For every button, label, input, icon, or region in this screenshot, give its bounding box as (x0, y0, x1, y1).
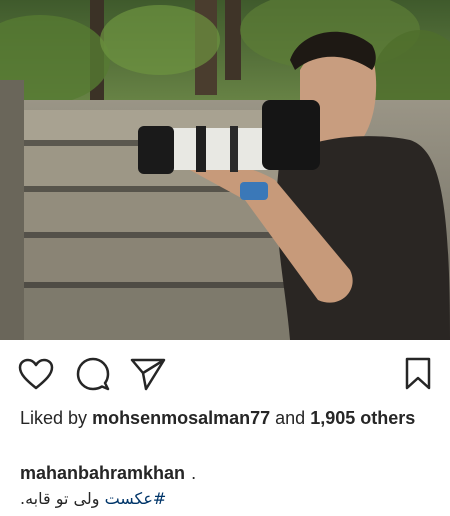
caption-username[interactable]: mahanbahramkhan (20, 463, 185, 483)
heart-icon (18, 358, 54, 390)
like-button[interactable] (16, 354, 56, 394)
likes-summary[interactable]: Liked by mohsenmosalman77 and 1,905 othe… (20, 406, 420, 430)
paper-plane-icon (130, 358, 166, 391)
caption-header: mahanbahramkhan. (20, 462, 196, 484)
comment-button[interactable] (73, 354, 113, 394)
caption-dot: . (191, 463, 197, 483)
caption-text: #عکست ولی تو قابه. (20, 489, 166, 509)
share-button[interactable] (128, 354, 168, 394)
post-photo-illustration (0, 0, 450, 340)
likes-conjunction: and (275, 408, 306, 428)
likes-suffix[interactable]: others (360, 408, 415, 428)
post-photo[interactable] (0, 0, 450, 340)
save-button[interactable] (398, 354, 438, 394)
post-action-bar (0, 348, 450, 398)
liked-by-username[interactable]: mohsenmosalman77 (92, 408, 270, 428)
caption-hashtag[interactable]: #عکست (105, 489, 167, 508)
likes-count[interactable]: 1,905 (310, 408, 355, 428)
caption-body: ولی تو قابه. (20, 489, 100, 508)
likes-prefix: Liked by (20, 408, 88, 428)
comment-bubble-icon (76, 357, 110, 391)
bookmark-icon (405, 357, 431, 390)
